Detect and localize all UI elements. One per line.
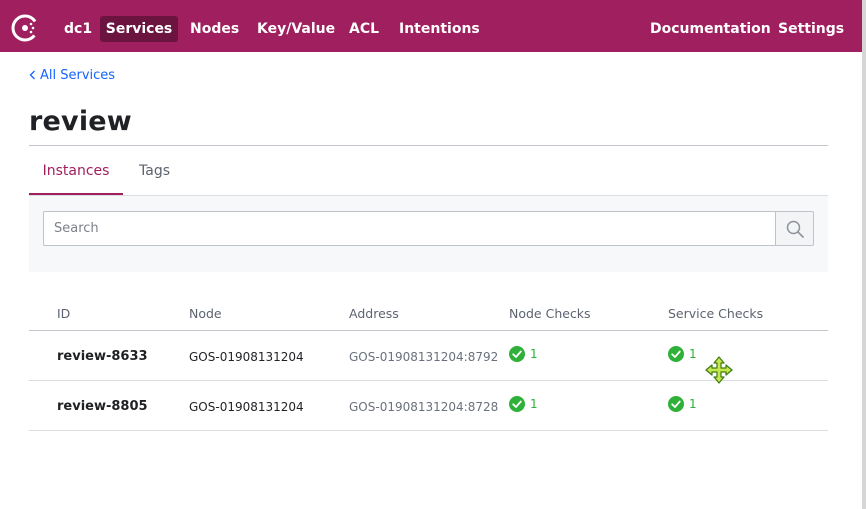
column-header-address: Address: [349, 306, 399, 321]
consul-logo-icon[interactable]: [10, 13, 40, 43]
search-button[interactable]: [775, 211, 814, 246]
page-title: review: [29, 106, 132, 137]
node-checks-status: 1: [509, 396, 538, 412]
breadcrumb-label: All Services: [40, 67, 116, 83]
table-row[interactable]: review-8805 GOS-01908131204 GOS-01908131…: [29, 381, 828, 431]
service-checks-count: 1: [689, 397, 697, 411]
check-circle-icon: [668, 396, 684, 412]
instance-id[interactable]: review-8805: [57, 399, 148, 414]
instance-node: GOS-01908131204: [189, 400, 304, 414]
node-checks-count: 1: [530, 397, 538, 411]
instance-id[interactable]: review-8633: [57, 349, 148, 364]
instance-address: GOS-01908131204:8728: [349, 400, 499, 414]
service-checks-status: 1: [668, 346, 697, 362]
tab-instances[interactable]: Instances: [29, 157, 123, 195]
search-icon: [786, 220, 804, 238]
column-header-service-checks: Service Checks: [668, 306, 764, 321]
search-input[interactable]: [43, 211, 776, 246]
check-circle-icon: [668, 346, 684, 362]
breadcrumb-all-services[interactable]: All Services: [29, 66, 115, 84]
nav-item-services[interactable]: Services: [100, 16, 178, 42]
nav-item-key-value[interactable]: Key/Value: [246, 16, 346, 42]
nav-item-intentions[interactable]: Intentions: [388, 16, 491, 42]
top-navbar: dc1 Services Nodes Key/Value ACL Intenti…: [0, 0, 862, 52]
nav-item-acl[interactable]: ACL: [338, 16, 390, 42]
column-header-id: ID: [57, 306, 71, 321]
datacenter-selector[interactable]: dc1: [53, 16, 103, 42]
window-edge: [862, 0, 866, 509]
table-row[interactable]: review-8633 GOS-01908131204 GOS-01908131…: [29, 331, 828, 381]
node-checks-status: 1: [509, 346, 538, 362]
chevron-left-icon: [29, 70, 35, 80]
nav-item-documentation[interactable]: Documentation: [639, 16, 782, 42]
check-circle-icon: [509, 396, 525, 412]
instance-address: GOS-01908131204:8792: [349, 350, 499, 364]
nav-item-settings[interactable]: Settings: [767, 16, 855, 42]
column-header-node: Node: [189, 306, 222, 321]
tab-tags[interactable]: Tags: [139, 157, 170, 195]
check-circle-icon: [509, 346, 525, 362]
service-checks-status: 1: [668, 396, 697, 412]
nav-item-nodes[interactable]: Nodes: [179, 16, 250, 42]
title-divider: [29, 145, 828, 146]
service-checks-count: 1: [689, 347, 697, 361]
node-checks-count: 1: [530, 347, 538, 361]
instance-node: GOS-01908131204: [189, 350, 304, 364]
column-header-node-checks: Node Checks: [509, 306, 591, 321]
